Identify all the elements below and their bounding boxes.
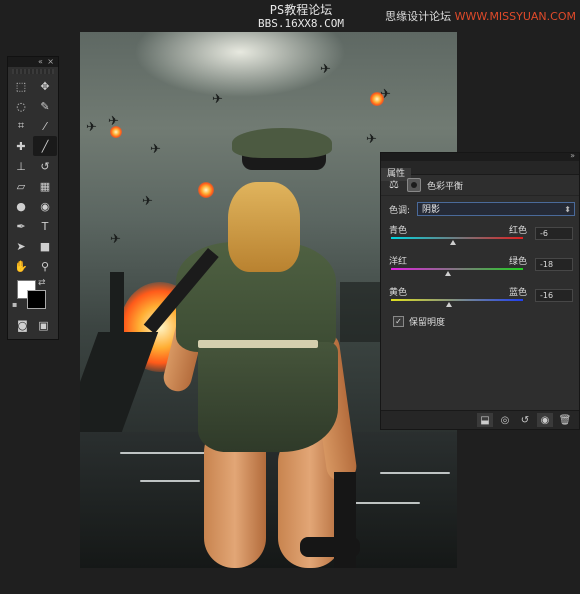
- watermark-ps: PS教程论坛 BBS.16XX8.COM: [246, 3, 356, 31]
- move-tool-icon[interactable]: ✥: [33, 76, 57, 96]
- default-colors-icon[interactable]: ▪: [12, 300, 17, 309]
- slider-track[interactable]: [391, 268, 523, 270]
- wave-foam: [140, 480, 200, 482]
- collapse-icon[interactable]: »: [570, 151, 575, 160]
- watermark-right-prefix: 思缘设计论坛: [385, 10, 452, 23]
- preserve-luminosity-checkbox[interactable]: ✓: [393, 316, 404, 327]
- chevron-updown-icon: ⬍: [564, 205, 571, 214]
- view-previous-icon[interactable]: ◎: [497, 413, 513, 427]
- aircraft-icon: ✈: [110, 232, 121, 247]
- lasso-tool-icon[interactable]: ◌: [9, 96, 33, 116]
- watermark-line1: PS教程论坛: [269, 3, 333, 17]
- explosion: [370, 92, 384, 106]
- trash-icon[interactable]: 🗑: [557, 413, 573, 427]
- slider-left-label: 洋红: [389, 257, 408, 267]
- swap-colors-icon[interactable]: ⇄: [38, 278, 46, 288]
- collapse-icon[interactable]: «: [38, 57, 43, 67]
- color-slider-row: 青色 红色 -6: [381, 221, 579, 249]
- tools-panel: « × ⬚ ✥ ◌ ✎ ⌗ ⁄ ✚ ╱ ⊥ ↺ ▱ ▦ ● ◉ ✒ T ➤ ■ …: [7, 56, 59, 340]
- explosion: [110, 126, 122, 138]
- slider-thumb[interactable]: [444, 271, 451, 276]
- dodge-tool-icon[interactable]: ◉: [33, 196, 57, 216]
- slider-value-input[interactable]: -6: [535, 227, 573, 240]
- shape-tool-icon[interactable]: ■: [33, 236, 57, 256]
- balance-scale-icon: ⚖: [389, 178, 399, 191]
- tools-panel-header[interactable]: « ×: [8, 57, 58, 67]
- slider-track[interactable]: [391, 237, 523, 239]
- city-skyline: [340, 282, 380, 342]
- tool-grid: ⬚ ✥ ◌ ✎ ⌗ ⁄ ✚ ╱ ⊥ ↺ ▱ ▦ ● ◉ ✒ T ➤ ■ ✋ ⚲: [8, 76, 58, 276]
- brush-tool-icon[interactable]: ╱: [33, 136, 57, 156]
- stamp-tool-icon[interactable]: ⊥: [9, 156, 33, 176]
- thigh-strap: [300, 537, 360, 557]
- color-swatches: ⇄ ▪: [8, 278, 58, 314]
- pen-tool-icon[interactable]: ✒: [9, 216, 33, 236]
- slider-right-label: 绿色: [509, 257, 528, 267]
- aircraft-icon: ✈: [86, 120, 97, 135]
- clip-to-layer-icon[interactable]: ⬓: [477, 413, 493, 427]
- adjustment-title: 色彩平衡: [427, 181, 464, 192]
- aircraft-icon: ✈: [212, 92, 223, 107]
- quick-mask-icon[interactable]: ◙: [14, 318, 32, 332]
- slider-left-label: 黄色: [389, 288, 408, 298]
- screen-mode-icon[interactable]: ▣: [35, 318, 53, 332]
- marquee-tool-icon[interactable]: ⬚: [9, 76, 33, 96]
- close-icon[interactable]: ×: [47, 57, 54, 67]
- properties-panel: » 属性 ⚖ 色彩平衡 色调: 阴影 ⬍ 青色 红色 -6 洋红 绿色 -18 黄色 蓝色 -1…: [380, 151, 580, 430]
- zoom-tool-icon[interactable]: ⚲: [33, 256, 57, 276]
- watermark-line2: BBS.16XX8.COM: [257, 17, 345, 30]
- properties-footer: ⬓ ◎ ↺ ◉ 🗑: [381, 410, 579, 429]
- gradient-tool-icon[interactable]: ▦: [33, 176, 57, 196]
- slider-thumb[interactable]: [450, 240, 457, 245]
- preserve-luminosity-row: ✓ 保留明度: [381, 315, 579, 328]
- uniform-belt: [198, 340, 318, 348]
- tools-bottom-row: ◙ ▣: [8, 318, 58, 332]
- crop-tool-icon[interactable]: ⌗: [9, 116, 33, 136]
- tone-select[interactable]: 阴影 ⬍: [417, 202, 575, 216]
- tone-label: 色调:: [389, 205, 411, 216]
- background-color-swatch[interactable]: [27, 290, 46, 309]
- color-sliders: 青色 红色 -6 洋红 绿色 -18 黄色 蓝色 -16: [381, 221, 579, 311]
- slider-track[interactable]: [391, 299, 523, 301]
- hand-tool-icon[interactable]: ✋: [9, 256, 33, 276]
- slider-value-input[interactable]: -16: [535, 289, 573, 302]
- path-select-tool-icon[interactable]: ➤: [9, 236, 33, 256]
- aircraft-icon: ✈: [142, 194, 153, 209]
- properties-panel-bar[interactable]: »: [381, 151, 579, 161]
- color-slider-row: 黄色 蓝色 -16: [381, 283, 579, 311]
- healing-tool-icon[interactable]: ✚: [9, 136, 33, 156]
- blur-tool-icon[interactable]: ●: [9, 196, 33, 216]
- adjustment-header: ⚖ 色彩平衡: [381, 175, 579, 196]
- slider-thumb[interactable]: [446, 302, 453, 307]
- slider-right-label: 蓝色: [509, 288, 528, 298]
- tone-select-value: 阴影: [422, 205, 441, 215]
- aircraft-icon: ✈: [150, 142, 161, 157]
- color-slider-row: 洋红 绿色 -18: [381, 252, 579, 280]
- aircraft-icon: ✈: [320, 62, 331, 77]
- history-brush-tool-icon[interactable]: ↺: [33, 156, 57, 176]
- explosion: [198, 182, 214, 198]
- uniform-skirt: [198, 342, 338, 452]
- tone-row: 色调: 阴影 ⬍: [381, 200, 579, 218]
- watermark-right-url: WWW.MISSYUAN.COM: [454, 10, 576, 23]
- slider-right-label: 红色: [509, 226, 528, 236]
- type-tool-icon[interactable]: T: [33, 216, 57, 236]
- slider-left-label: 青色: [389, 226, 408, 236]
- preserve-luminosity-label: 保留明度: [409, 318, 446, 328]
- ruined-buildings: [80, 332, 159, 432]
- quick-select-tool-icon[interactable]: ✎: [33, 96, 57, 116]
- eyedropper-tool-icon[interactable]: ⁄: [33, 116, 57, 136]
- layer-mask-icon[interactable]: [407, 178, 421, 192]
- hair: [228, 182, 300, 272]
- eraser-tool-icon[interactable]: ▱: [9, 176, 33, 196]
- watermark-missyuan: 思缘设计论坛 WWW.MISSYUAN.COM: [385, 8, 576, 24]
- slider-value-input[interactable]: -18: [535, 258, 573, 271]
- tools-grip[interactable]: [12, 69, 54, 74]
- reset-icon[interactable]: ↺: [517, 413, 533, 427]
- properties-tabs: 属性: [381, 161, 579, 181]
- wave-foam: [380, 472, 450, 474]
- military-cap: [232, 128, 332, 158]
- aircraft-icon: ✈: [366, 132, 377, 147]
- visibility-eye-icon[interactable]: ◉: [537, 413, 553, 427]
